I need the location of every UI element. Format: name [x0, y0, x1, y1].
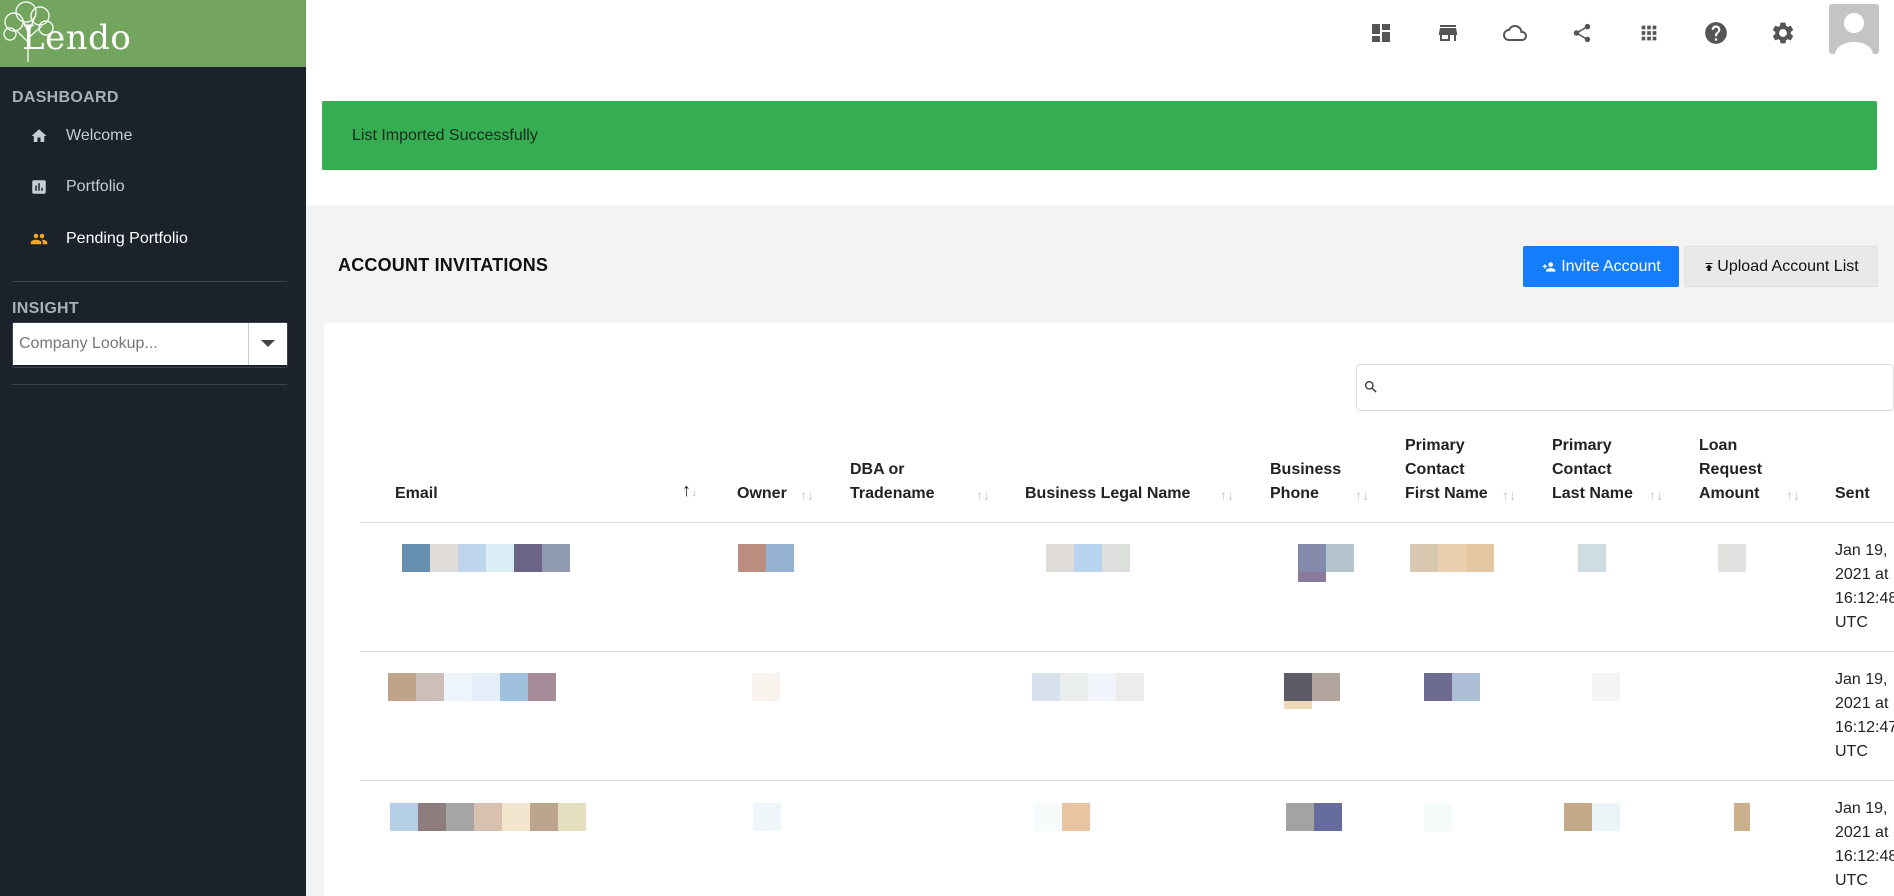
apps-grid-icon[interactable] — [1632, 16, 1666, 50]
column-header-sent[interactable]: Sent — [1835, 482, 1870, 506]
redacted-legal-name — [1046, 544, 1130, 572]
sort-icon[interactable]: ↑↓ — [976, 487, 990, 503]
redacted-email — [402, 544, 570, 572]
users-icon — [28, 228, 50, 250]
home-icon — [28, 125, 50, 147]
sidebar-item-label: Pending Portfolio — [66, 230, 188, 247]
redacted-email — [388, 673, 556, 701]
store-icon[interactable] — [1431, 16, 1465, 50]
redacted-legal-name — [1032, 673, 1144, 701]
redacted-loan-amount — [1734, 803, 1750, 831]
sort-icon[interactable]: ↑↓ — [1220, 487, 1234, 503]
row-divider — [360, 651, 1894, 652]
redacted-last-name — [1564, 803, 1620, 831]
page-title: ACCOUNT INVITATIONS — [338, 255, 549, 275]
sent-date: Jan 19, 2021 at 16:12:48 UTC — [1835, 542, 1894, 631]
column-header-owner[interactable]: Owner — [737, 482, 787, 506]
sidebar-divider — [12, 384, 287, 385]
redacted-legal-name — [1034, 803, 1090, 831]
help-icon[interactable] — [1699, 16, 1733, 50]
avatar[interactable] — [1829, 4, 1879, 54]
brand-logo[interactable]: Lendo — [0, 0, 306, 67]
add-user-icon — [1542, 261, 1556, 272]
redacted-phone — [1284, 673, 1340, 701]
upload-account-list-button[interactable]: Upload Account List — [1684, 246, 1878, 287]
sort-icon[interactable]: ↑↓ — [1355, 487, 1369, 503]
redacted-last-name — [1578, 544, 1606, 572]
success-alert: List Imported Successfully — [322, 101, 1877, 170]
sort-icon[interactable]: ↑↓ — [1502, 487, 1516, 503]
redacted-owner — [752, 673, 780, 701]
sidebar-item-label: Portfolio — [66, 178, 125, 195]
sidebar: Lendo DASHBOARD Welcome Portfolio Pendin… — [0, 0, 306, 896]
column-header-business-legal-name[interactable]: Business Legal Name — [1025, 482, 1190, 506]
header-divider — [360, 522, 1894, 523]
section-insight: INSIGHT — [12, 300, 79, 317]
sidebar-item-portfolio[interactable]: Portfolio — [28, 172, 125, 202]
column-header-business-phone[interactable]: Business Phone — [1270, 458, 1341, 506]
upload-icon — [1705, 262, 1713, 271]
share-icon[interactable] — [1565, 16, 1599, 50]
chart-icon — [28, 176, 50, 198]
sort-icon[interactable]: ↑↓ — [1649, 487, 1663, 503]
invite-account-label: Invite Account — [1561, 257, 1661, 275]
sidebar-item-pending-portfolio[interactable]: Pending Portfolio — [28, 224, 188, 254]
redacted-first-name — [1424, 673, 1480, 701]
upload-account-list-label: Upload Account List — [1717, 257, 1859, 275]
sidebar-item-welcome[interactable]: Welcome — [28, 121, 132, 151]
chevron-down-icon[interactable] — [248, 323, 287, 365]
redacted-phone — [1286, 803, 1342, 831]
dashboard-icon[interactable] — [1364, 16, 1398, 50]
column-header-primary-first-name[interactable]: Primary Contact First Name — [1405, 434, 1488, 506]
column-header-email[interactable]: Email — [395, 482, 438, 506]
sent-date: Jan 19, 2021 at 16:12:48 UTC — [1835, 800, 1894, 889]
invite-account-button[interactable]: Invite Account — [1523, 246, 1679, 287]
sort-icon[interactable]: ↑↓ — [1786, 487, 1800, 503]
settings-icon[interactable] — [1766, 16, 1800, 50]
company-lookup — [12, 322, 288, 368]
column-header-loan-request-amount[interactable]: Loan Request Amount — [1699, 434, 1762, 506]
sent-date: Jan 19, 2021 at 16:12:47 UTC — [1835, 671, 1894, 760]
column-header-primary-last-name[interactable]: Primary Contact Last Name — [1552, 434, 1633, 506]
sidebar-divider — [12, 281, 287, 282]
cloud-icon[interactable] — [1498, 16, 1532, 50]
table-search — [1356, 364, 1894, 411]
sort-icon[interactable]: ↑↓ — [800, 487, 814, 503]
sort-ascending-icon[interactable]: ↑↓ — [682, 480, 698, 501]
search-icon — [1365, 381, 1377, 393]
redacted-first-name — [1424, 803, 1452, 831]
redacted-phone-extra — [1284, 701, 1312, 709]
redacted-first-name — [1410, 544, 1494, 572]
redacted-owner — [738, 544, 794, 572]
redacted-phone-extra — [1298, 572, 1326, 582]
redacted-last-name — [1592, 673, 1620, 701]
alert-message: List Imported Successfully — [352, 126, 538, 144]
redacted-phone — [1298, 544, 1354, 572]
section-dashboard: DASHBOARD — [12, 89, 119, 106]
redacted-loan-amount — [1718, 544, 1746, 572]
column-header-dba[interactable]: DBA or Tradename — [850, 458, 934, 506]
company-lookup-input[interactable] — [13, 323, 249, 365]
brand-name: Lendo — [22, 18, 132, 58]
row-divider — [360, 780, 1894, 781]
search-input[interactable] — [1385, 369, 1889, 407]
redacted-email — [390, 803, 586, 831]
sidebar-item-label: Welcome — [66, 127, 133, 144]
redacted-owner — [753, 803, 781, 831]
